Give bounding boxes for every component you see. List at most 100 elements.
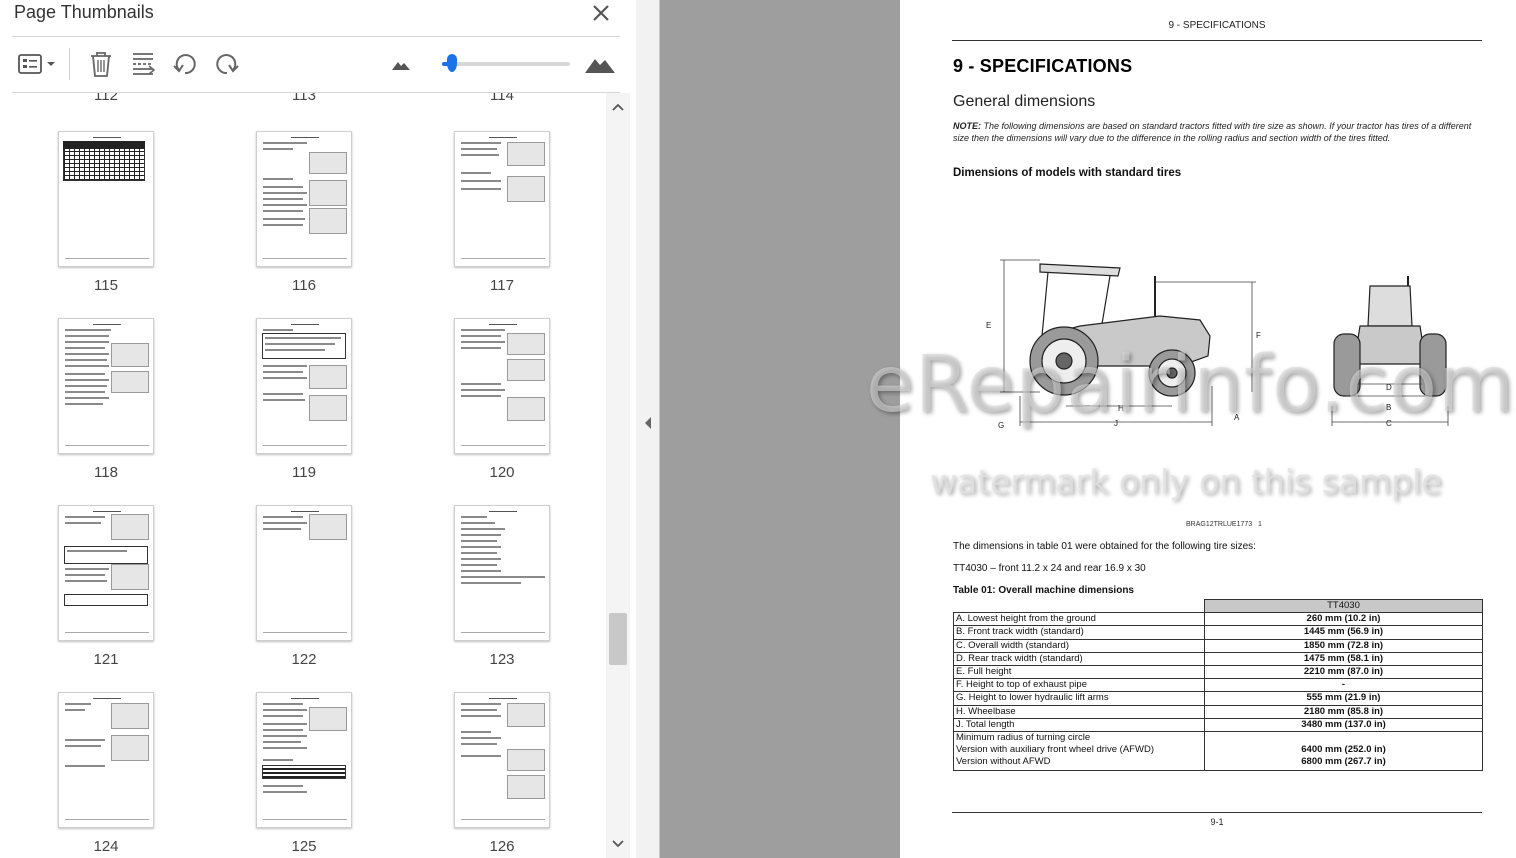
row-name: Minimum radius of turning circle Version… (953, 730, 1205, 771)
page-number-label: 118 (94, 464, 118, 481)
row-value: - (1204, 678, 1483, 693)
scroll-up-button[interactable] (610, 99, 626, 115)
section-subtitle: General dimensions (953, 93, 1096, 110)
row-value: 2180 mm (85.8 in) (1204, 704, 1483, 719)
chevron-up-icon (612, 103, 624, 111)
page-preview (256, 505, 352, 641)
turning-line-1: Minimum radius of turning circle (956, 731, 1091, 743)
page-number-label: 119 (292, 464, 316, 481)
slider-handle[interactable] (447, 54, 458, 72)
page-thumbnails-panel: Page Thumbnails 112 113 114 115 116 117 … (0, 0, 636, 858)
rotate-clockwise-button[interactable] (212, 48, 242, 80)
thumbnail-page-121[interactable]: 121 (58, 505, 154, 668)
row-value: 1850 mm (72.8 in) (1204, 638, 1483, 653)
toolbar-divider (69, 48, 70, 80)
row-name: A. Lowest height from the ground (953, 612, 1205, 627)
chevron-down-icon (612, 840, 624, 848)
thumbnail-page-125[interactable]: 125 (256, 692, 352, 855)
thumbnail-options-icon (18, 54, 55, 74)
page-number-label: 121 (93, 651, 119, 668)
table-row: E. Full height 2210 mm (87.0 in) (953, 664, 1483, 680)
page-preview (454, 692, 550, 828)
row-value: 555 mm (21.9 in) (1204, 691, 1483, 706)
thumbnail-page-123[interactable]: 123 (454, 505, 550, 668)
close-icon (593, 5, 609, 21)
table-row: H. Wheelbase 2180 mm (85.8 in) (953, 704, 1483, 719)
dim-label-j: J (1114, 419, 1118, 428)
page-preview (256, 131, 352, 267)
collapse-panel-button[interactable] (636, 0, 660, 858)
thumbnail-page-124[interactable]: 124 (58, 692, 154, 855)
tire-size-spec: TT4030 – front 11.2 x 24 and rear 16.9 x… (953, 563, 1146, 574)
dimensions-table: TT4030 A. Lowest height from the ground 2… (953, 598, 1483, 771)
table-row: A. Lowest height from the ground 260 mm (… (953, 612, 1483, 627)
row-name: E. Full height (953, 664, 1205, 680)
table-row: J. Total length 3480 mm (137.0 in) (953, 717, 1483, 732)
page-number-label: 124 (93, 838, 119, 855)
thumbnail-page-119[interactable]: 119 (256, 318, 352, 481)
row-value: 2210 mm (87.0 in) (1204, 664, 1483, 680)
page-number-label: 116 (292, 277, 316, 294)
extract-icon (133, 53, 156, 75)
tractor-rear-view (1333, 276, 1447, 397)
tractor-dimension-figure: E F G H J A D B C (986, 259, 1449, 430)
thumbnail-page-118[interactable]: 118 (58, 318, 154, 481)
figure-ref-code: BRAG12TRLUE1773 (1186, 521, 1253, 528)
delete-pages-button[interactable] (86, 48, 116, 80)
zoom-out-button[interactable] (390, 48, 412, 80)
figure-reference: BRAG12TRLUE1773 1 (1186, 521, 1262, 528)
rotate-right-icon (216, 54, 239, 75)
note-text: The following dimensions are based on st… (953, 121, 1472, 143)
row-value: 3480 mm (137.0 in) (1204, 717, 1483, 732)
page-preview (58, 131, 154, 267)
row-name: C. Overall width (standard) (953, 638, 1205, 653)
rotate-counterclockwise-button[interactable] (170, 48, 200, 80)
zoom-in-button[interactable] (582, 48, 618, 80)
page-number-label: 123 (489, 651, 515, 668)
thumbnail-page-126[interactable]: 126 (454, 692, 550, 855)
thumbnail-options-button[interactable] (14, 48, 58, 80)
thumbnail-grid: 112 113 114 115 116 117 118 119 120 121 … (12, 93, 606, 858)
table-header-row: TT4030 (953, 598, 1483, 614)
extract-pages-button[interactable] (128, 48, 158, 80)
thumbnail-page-120[interactable]: 120 (454, 318, 550, 481)
thumbnail-page-115[interactable]: 115 (58, 131, 154, 294)
close-panel-button[interactable] (590, 2, 612, 24)
table-header-model: TT4030 (1204, 598, 1483, 614)
rotate-left-icon (173, 54, 196, 75)
table-header-empty (953, 599, 1205, 614)
dim-label-a: A (1234, 413, 1240, 422)
row-name: G. Height to lower hydraulic lift arms (953, 691, 1205, 706)
scroll-down-button[interactable] (610, 836, 626, 852)
tire-size-intro: The dimensions in table 01 were obtained… (953, 541, 1256, 552)
scrollbar-thumb[interactable] (609, 613, 627, 665)
row-value: 1445 mm (56.9 in) (1204, 625, 1483, 640)
page-preview (58, 318, 154, 454)
row-name: B. Front track width (standard) (953, 625, 1205, 640)
page-footer: 9-1 (1210, 817, 1224, 827)
page-number-label: 120 (489, 464, 515, 481)
partial-page-label: 114 (490, 93, 514, 104)
thumbnail-page-117[interactable]: 117 (454, 131, 550, 294)
figure-number: 1 (1258, 521, 1262, 528)
divider (12, 36, 620, 37)
row-value: 1475 mm (58.1 in) (1204, 651, 1483, 666)
header-rule (952, 40, 1482, 41)
page-preview (58, 692, 154, 828)
document-background (636, 0, 900, 858)
thumbnail-scrollbar[interactable] (606, 93, 630, 858)
turning-line-3: Version without AFWD (956, 755, 1051, 767)
table-row-turning: Minimum radius of turning circle Version… (953, 730, 1483, 771)
partial-page-label: 113 (292, 93, 316, 104)
dim-label-b: B (1386, 403, 1391, 412)
tractor-side-view (1029, 263, 1211, 397)
thumbnail-page-122[interactable]: 122 (256, 505, 352, 668)
table-row: G. Height to lower hydraulic lift arms 55… (953, 691, 1483, 706)
turning-line-2: Version with auxiliary front wheel drive… (956, 743, 1154, 755)
row-name: H. Wheelbase (953, 704, 1205, 719)
zoom-out-mountain-icon (392, 62, 410, 70)
thumbnail-size-slider[interactable] (442, 62, 570, 66)
thumbnail-page-116[interactable]: 116 (256, 131, 352, 294)
chevron-left-icon (645, 417, 651, 429)
footer-rule (952, 812, 1482, 813)
